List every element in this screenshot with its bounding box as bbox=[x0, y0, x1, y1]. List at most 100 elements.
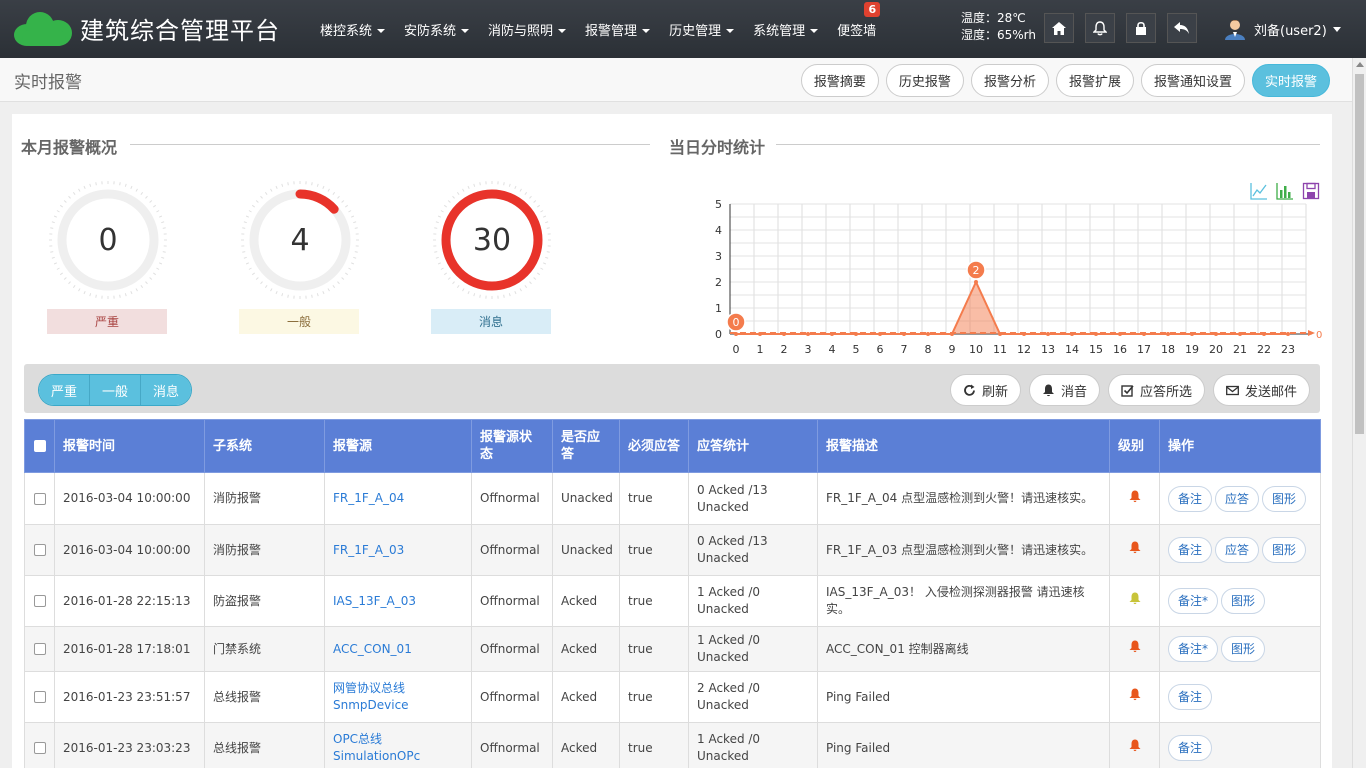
cell-level bbox=[1109, 575, 1160, 627]
row-checkbox[interactable] bbox=[33, 544, 46, 556]
row-checkbox[interactable] bbox=[33, 492, 46, 505]
chart-point[interactable] bbox=[974, 280, 978, 284]
column-header-8[interactable]: 级别 bbox=[1109, 419, 1160, 473]
source-link[interactable]: OPC总线 SimulationOPc bbox=[333, 732, 420, 763]
lock-icon[interactable] bbox=[1126, 13, 1156, 43]
chart-point[interactable] bbox=[806, 332, 810, 336]
table-row[interactable]: 2016-03-04 10:00:00 消防报警 FR_1F_A_04 Offnorm… bbox=[24, 472, 1321, 525]
source-link[interactable]: IAS_13F_A_03 bbox=[333, 594, 416, 608]
row-checkbox[interactable] bbox=[33, 691, 46, 703]
table-row[interactable]: 2016-01-28 17:18:01 门禁系统 ACC_CON_01 Offnorm… bbox=[24, 626, 1321, 672]
cell-source: ACC_CON_01 bbox=[324, 626, 472, 672]
chart-point[interactable] bbox=[758, 332, 762, 336]
row-action-button[interactable]: 图形 bbox=[1262, 537, 1307, 563]
chart-point[interactable] bbox=[1070, 332, 1074, 336]
ack-selected-button[interactable]: 应答所选 bbox=[1107, 374, 1205, 406]
row-action-button[interactable]: 应答 bbox=[1215, 485, 1260, 512]
column-header-4[interactable]: 是否应答 bbox=[552, 419, 620, 473]
refresh-button[interactable]: 刷新 bbox=[949, 374, 1021, 406]
row-action-button[interactable]: 图形 bbox=[1262, 485, 1307, 512]
chart-point[interactable] bbox=[878, 332, 882, 336]
row-action-button[interactable]: 备注 bbox=[1168, 485, 1213, 512]
table-row[interactable]: 2016-03-04 10:00:00 消防报警 FR_1F_A_03 Offnorm… bbox=[24, 524, 1321, 576]
filter-level-0[interactable]: 严重 bbox=[39, 375, 91, 405]
chart-point[interactable] bbox=[1286, 332, 1290, 336]
menu-item-2[interactable]: 消防与照明 bbox=[488, 20, 567, 39]
bell-icon[interactable] bbox=[1085, 13, 1115, 43]
send-email-button[interactable]: 发送邮件 bbox=[1212, 374, 1310, 406]
row-action-button[interactable]: 备注 bbox=[1168, 684, 1213, 710]
row-action-button[interactable]: 备注* bbox=[1168, 636, 1219, 662]
menu-item-0[interactable]: 楼控系统 bbox=[320, 20, 386, 39]
menu-item-4[interactable]: 历史管理 bbox=[669, 20, 735, 39]
page-scrollbar[interactable] bbox=[1352, 58, 1366, 768]
cell-level bbox=[1109, 626, 1160, 672]
home-icon[interactable] bbox=[1044, 13, 1074, 43]
source-link[interactable]: 网管协议总线 SnmpDevice bbox=[333, 681, 409, 712]
user-menu[interactable]: 刘备(user2) bbox=[1224, 18, 1341, 40]
chart-point[interactable] bbox=[1214, 332, 1218, 336]
source-link[interactable]: FR_1F_A_04 bbox=[333, 491, 404, 505]
subtab-2[interactable]: 报警分析 bbox=[970, 64, 1049, 97]
column-header-9[interactable]: 操作 bbox=[1159, 419, 1321, 473]
column-header-7[interactable]: 报警描述 bbox=[817, 419, 1110, 473]
row-action-button[interactable]: 备注 bbox=[1168, 537, 1213, 563]
chart-point[interactable] bbox=[1118, 332, 1122, 336]
column-header-2[interactable]: 报警源 bbox=[324, 419, 472, 473]
table-row[interactable]: 2016-01-23 23:51:57 总线报警 网管协议总线 SnmpDevice… bbox=[24, 671, 1321, 723]
subtab-1[interactable]: 历史报警 bbox=[885, 64, 964, 97]
subtab-3[interactable]: 报警扩展 bbox=[1055, 64, 1134, 97]
source-link[interactable]: ACC_CON_01 bbox=[333, 642, 412, 656]
row-action-button[interactable]: 备注 bbox=[1168, 735, 1213, 761]
menu-item-5[interactable]: 系统管理 bbox=[753, 20, 819, 39]
chart-point[interactable] bbox=[782, 332, 786, 336]
chart-point[interactable] bbox=[854, 332, 858, 336]
column-header-1[interactable]: 子系统 bbox=[204, 419, 325, 473]
chart-point[interactable] bbox=[830, 332, 834, 336]
column-header-5[interactable]: 必须应答 bbox=[619, 419, 689, 473]
subtab-4[interactable]: 报警通知设置 bbox=[1140, 64, 1245, 97]
chart-point[interactable] bbox=[734, 332, 738, 336]
chart-point[interactable] bbox=[902, 332, 906, 336]
subtab-5[interactable]: 实时报警 bbox=[1251, 64, 1330, 97]
page-header: 实时报警 报警摘要 历史报警 报警分析 报警扩展 报警通知设置 实时报警 bbox=[0, 58, 1352, 102]
mute-button[interactable]: 消音 bbox=[1028, 374, 1100, 406]
chart-point[interactable] bbox=[950, 332, 954, 336]
filter-level-1[interactable]: 一般 bbox=[90, 375, 142, 405]
chart-point[interactable] bbox=[1166, 332, 1170, 336]
chart-point[interactable] bbox=[1190, 332, 1194, 336]
subtab-0[interactable]: 报警摘要 bbox=[800, 64, 879, 97]
menu-item-6[interactable]: 便签墙 6 bbox=[837, 1, 881, 39]
menu-item-3[interactable]: 报警管理 bbox=[585, 20, 651, 39]
column-header-6[interactable]: 应答统计 bbox=[688, 419, 818, 473]
app-logo[interactable]: 建筑综合管理平台 bbox=[14, 10, 280, 46]
table-row[interactable]: 2016-01-28 22:15:13 防盗报警 IAS_13F_A_03 Offno… bbox=[24, 575, 1321, 627]
scroll-up-arrow-icon[interactable] bbox=[1356, 62, 1364, 67]
gauge-label: 消息 bbox=[431, 309, 551, 334]
source-link[interactable]: FR_1F_A_03 bbox=[333, 543, 404, 557]
column-header-3[interactable]: 报警源状态 bbox=[471, 419, 553, 473]
chart-point[interactable] bbox=[1238, 332, 1242, 336]
back-icon[interactable] bbox=[1167, 13, 1197, 43]
row-action-button[interactable]: 图形 bbox=[1221, 636, 1266, 662]
chart-point[interactable] bbox=[1142, 332, 1146, 336]
filter-level-2[interactable]: 消息 bbox=[141, 375, 192, 405]
cell-source: FR_1F_A_03 bbox=[324, 524, 472, 576]
chart-point[interactable] bbox=[1022, 332, 1026, 336]
scroll-thumb[interactable] bbox=[1355, 74, 1364, 434]
row-checkbox[interactable] bbox=[33, 595, 46, 607]
menu-item-1[interactable]: 安防系统 bbox=[404, 20, 470, 39]
row-checkbox[interactable] bbox=[33, 742, 46, 754]
chart-point[interactable] bbox=[998, 332, 1002, 336]
row-action-button[interactable]: 备注* bbox=[1168, 588, 1219, 614]
select-all-checkbox[interactable] bbox=[33, 440, 46, 452]
row-checkbox[interactable] bbox=[33, 643, 46, 655]
column-header-0[interactable]: 报警时间 bbox=[54, 419, 205, 473]
row-action-button[interactable]: 应答 bbox=[1215, 537, 1260, 563]
chart-point[interactable] bbox=[1094, 332, 1098, 336]
chart-point[interactable] bbox=[1046, 332, 1050, 336]
table-row[interactable]: 2016-01-23 23:03:23 总线报警 OPC总线 SimulationO… bbox=[24, 722, 1321, 768]
chart-point[interactable] bbox=[1262, 332, 1266, 336]
row-action-button[interactable]: 图形 bbox=[1221, 588, 1266, 614]
chart-point[interactable] bbox=[926, 332, 930, 336]
